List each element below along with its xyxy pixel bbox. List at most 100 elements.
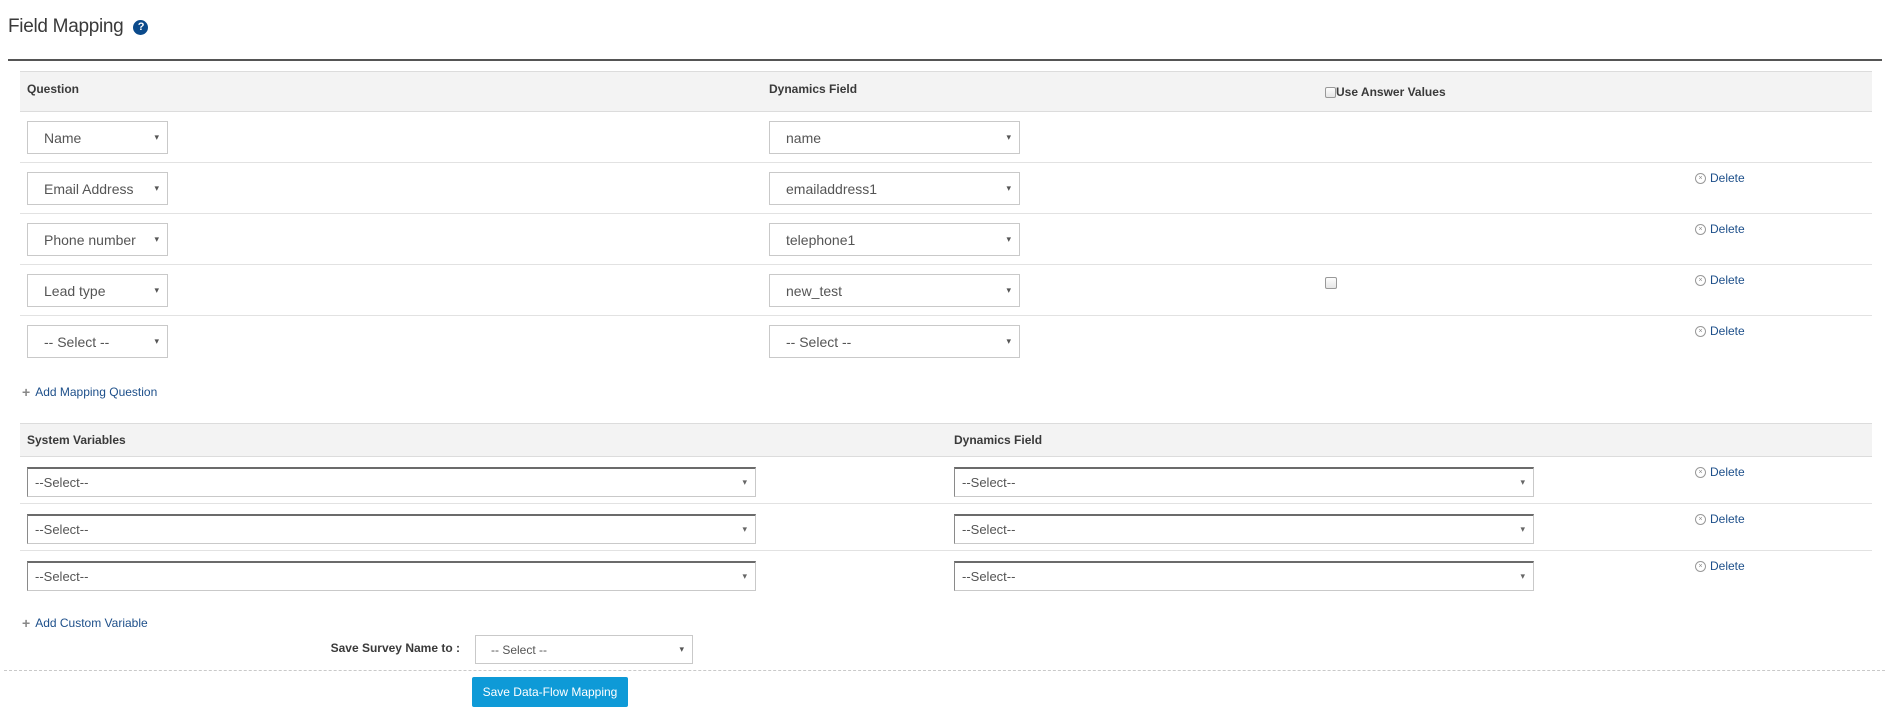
dynamics-field-select[interactable]: --Select-- ▾ xyxy=(954,561,1534,591)
question-select-value: Lead type xyxy=(44,282,106,299)
delete-icon: × xyxy=(1695,274,1706,286)
chevron-down-icon: ▾ xyxy=(154,285,159,295)
question-select[interactable]: Name ▾ xyxy=(27,121,168,154)
table-row: --Select-- ▾ --Select-- ▾ × Delete xyxy=(20,551,1872,598)
chevron-down-icon: ▾ xyxy=(154,336,159,346)
plus-icon: + xyxy=(22,615,31,631)
delete-icon: × xyxy=(1695,223,1706,235)
delete-icon: × xyxy=(1695,513,1706,525)
question-mapping-header: Question Dynamics Field Use Answer Value… xyxy=(20,71,1872,112)
save-data-flow-mapping-button[interactable]: Save Data-Flow Mapping xyxy=(472,677,628,707)
table-row: --Select-- ▾ --Select-- ▾ × Delete xyxy=(20,457,1872,504)
chevron-down-icon: ▾ xyxy=(679,644,684,654)
dashed-divider xyxy=(4,670,1885,671)
plus-icon: + xyxy=(22,384,31,400)
table-row: --Select-- ▾ --Select-- ▾ × Delete xyxy=(20,504,1872,551)
question-select[interactable]: Phone number ▾ xyxy=(27,223,168,256)
delete-label: Delete xyxy=(1710,559,1745,573)
chevron-down-icon: ▾ xyxy=(742,524,747,534)
system-variable-select[interactable]: --Select-- ▾ xyxy=(27,561,756,591)
save-survey-name-select-value: -- Select -- xyxy=(491,642,548,657)
dynamics-field-select[interactable]: name ▾ xyxy=(769,121,1020,154)
add-mapping-question-label: Add Mapping Question xyxy=(35,385,158,399)
page-title: Field Mapping ? xyxy=(8,16,149,38)
header-question: Question xyxy=(27,82,80,96)
system-variables-table: System Variables Dynamics Field --Select… xyxy=(20,423,1872,598)
delete-icon: × xyxy=(1695,560,1706,572)
header-use-answer-values: Use Answer Values xyxy=(1325,85,1446,99)
add-custom-variable-label: Add Custom Variable xyxy=(35,616,148,630)
dynamics-field-select-value: emailaddress1 xyxy=(786,180,878,197)
delete-link[interactable]: × Delete xyxy=(1695,171,1745,185)
question-select[interactable]: -- Select -- ▾ xyxy=(27,325,168,358)
table-row: -- Select -- ▾ -- Select -- ▾ × Delete xyxy=(20,316,1872,367)
delete-link[interactable]: × Delete xyxy=(1695,273,1745,287)
table-row: Phone number ▾ telephone1 ▾ × Delete xyxy=(20,214,1872,265)
dynamics-field-select[interactable]: new_test ▾ xyxy=(769,274,1020,307)
save-survey-name-select[interactable]: -- Select -- ▾ xyxy=(475,635,693,664)
delete-icon: × xyxy=(1695,466,1706,478)
dynamics-field-select-value: --Select-- xyxy=(962,475,1016,490)
header-system-variables: System Variables xyxy=(27,433,126,447)
dynamics-field-select[interactable]: emailaddress1 ▾ xyxy=(769,172,1020,205)
table-row: Lead type ▾ new_test ▾ × Delete xyxy=(20,265,1872,316)
dynamics-field-select-value: --Select-- xyxy=(962,522,1016,537)
system-variables-header: System Variables Dynamics Field xyxy=(20,423,1872,457)
dynamics-field-select-value: name xyxy=(786,129,822,146)
header-dynamics-field: Dynamics Field xyxy=(954,433,1043,447)
add-custom-variable-link[interactable]: + Add Custom Variable xyxy=(22,615,148,631)
question-select[interactable]: Lead type ▾ xyxy=(27,274,168,307)
system-variable-select[interactable]: --Select-- ▾ xyxy=(27,467,756,497)
delete-label: Delete xyxy=(1710,222,1745,236)
question-select-value: Phone number xyxy=(44,231,136,248)
add-mapping-question-link[interactable]: + Add Mapping Question xyxy=(22,384,157,400)
delete-icon: × xyxy=(1695,325,1706,337)
delete-icon: × xyxy=(1695,172,1706,184)
dynamics-field-select[interactable]: telephone1 ▾ xyxy=(769,223,1020,256)
header-dynamics-field: Dynamics Field xyxy=(769,82,858,96)
dynamics-field-select[interactable]: -- Select -- ▾ xyxy=(769,325,1020,358)
delete-label: Delete xyxy=(1710,171,1745,185)
use-answer-values-row-checkbox[interactable] xyxy=(1325,277,1337,289)
title-divider xyxy=(8,59,1882,61)
dynamics-field-select-value: new_test xyxy=(786,282,843,299)
system-variable-select-value: --Select-- xyxy=(35,475,89,490)
chevron-down-icon: ▾ xyxy=(1520,571,1525,581)
delete-link[interactable]: × Delete xyxy=(1695,324,1745,338)
chevron-down-icon: ▾ xyxy=(1006,234,1011,244)
chevron-down-icon: ▾ xyxy=(742,571,747,581)
question-select-value: -- Select -- xyxy=(44,333,110,350)
chevron-down-icon: ▾ xyxy=(1006,285,1011,295)
system-variable-select-value: --Select-- xyxy=(35,569,89,584)
delete-label: Delete xyxy=(1710,512,1745,526)
dynamics-field-select[interactable]: --Select-- ▾ xyxy=(954,514,1534,544)
delete-link[interactable]: × Delete xyxy=(1695,465,1745,479)
dynamics-field-select[interactable]: --Select-- ▾ xyxy=(954,467,1534,497)
use-answer-values-checkbox[interactable] xyxy=(1325,86,1336,98)
delete-label: Delete xyxy=(1710,273,1745,287)
help-icon[interactable]: ? xyxy=(133,19,149,35)
delete-label: Delete xyxy=(1710,465,1745,479)
dynamics-field-select-value: --Select-- xyxy=(962,569,1016,584)
delete-label: Delete xyxy=(1710,324,1745,338)
system-variable-select[interactable]: --Select-- ▾ xyxy=(27,514,756,544)
table-row: Name ▾ name ▾ xyxy=(20,112,1872,163)
delete-link[interactable]: × Delete xyxy=(1695,559,1745,573)
delete-link[interactable]: × Delete xyxy=(1695,512,1745,526)
question-mapping-table: Question Dynamics Field Use Answer Value… xyxy=(20,71,1872,367)
question-select[interactable]: Email Address ▾ xyxy=(27,172,168,205)
chevron-down-icon: ▾ xyxy=(154,183,159,193)
page-title-text: Field Mapping xyxy=(8,16,124,37)
table-row: Email Address ▾ emailaddress1 ▾ × Delete xyxy=(20,163,1872,214)
delete-link[interactable]: × Delete xyxy=(1695,222,1745,236)
chevron-down-icon: ▾ xyxy=(1006,132,1011,142)
dynamics-field-select-value: telephone1 xyxy=(786,231,856,248)
save-survey-name-label: Save Survey Name to : xyxy=(330,641,460,655)
dynamics-field-select-value: -- Select -- xyxy=(786,333,852,350)
chevron-down-icon: ▾ xyxy=(1520,477,1525,487)
chevron-down-icon: ▾ xyxy=(154,234,159,244)
question-select-value: Email Address xyxy=(44,180,134,197)
chevron-down-icon: ▾ xyxy=(742,477,747,487)
chevron-down-icon: ▾ xyxy=(1520,524,1525,534)
system-variable-select-value: --Select-- xyxy=(35,522,89,537)
